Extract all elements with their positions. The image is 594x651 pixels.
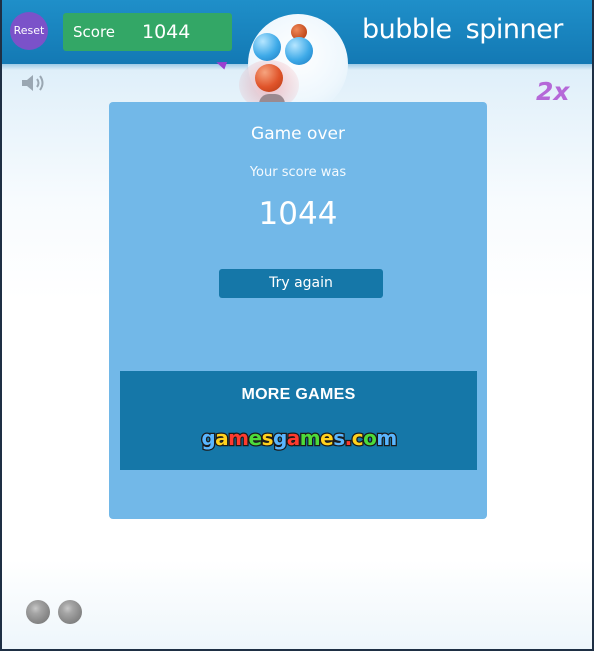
next-bubble-gray (26, 600, 50, 624)
sponsor-logo-letter: s (332, 425, 347, 452)
more-games-label: MORE GAMES (241, 386, 356, 403)
next-bubbles (26, 600, 86, 624)
speaker-icon[interactable] (20, 72, 48, 94)
bubble-red (255, 64, 283, 92)
game-logo: bubble spinner (362, 14, 577, 45)
next-bubble-gray (58, 600, 82, 624)
sponsor-logo-letter: m (375, 425, 398, 452)
logo-word-spinner: spinner (465, 14, 564, 45)
gamesgames-logo[interactable]: gamesgames.com (179, 425, 419, 454)
final-score: 1044 (258, 196, 338, 232)
sponsor-logo-letter: g (272, 425, 289, 452)
try-again-button[interactable]: Try again (219, 269, 383, 298)
sponsor-logo-letter: o (362, 425, 378, 452)
score-value: 1044 (142, 21, 191, 43)
sponsor-logo-letter: e (247, 425, 263, 452)
sponsor-logo-letter: m (227, 425, 250, 452)
window-frame: Reset Score 1044 bubble spinner 2x Game … (0, 0, 594, 651)
sponsor-logo-letter: a (214, 425, 230, 452)
score-panel: Score 1044 (63, 13, 232, 51)
score-multiplier: 2x (536, 77, 570, 106)
dialog-title: Game over (251, 124, 345, 144)
logo-word-bubble: bubble (362, 14, 452, 45)
sponsor-logo-letter: e (319, 425, 335, 452)
more-games-button[interactable]: MORE GAMES gamesgames.com (120, 371, 477, 470)
reset-button[interactable]: Reset (10, 12, 48, 50)
sponsor-logo-letter: m (299, 425, 322, 452)
bubble-blue (253, 33, 281, 61)
dialog-subtitle: Your score was (249, 165, 347, 180)
score-label: Score (73, 23, 116, 41)
sponsor-logo-letter: g (200, 425, 217, 452)
sponsor-logo-letter: a (286, 425, 302, 452)
game-over-dialog: Game over Your score was 1044 Try again … (109, 102, 487, 519)
sponsor-logo-letter: s (260, 425, 275, 452)
sponsor-logo-letter: c (350, 425, 364, 452)
bubble-blue (285, 37, 313, 65)
sponsor-logo-letter: . (343, 425, 353, 452)
game-canvas[interactable]: Reset Score 1044 bubble spinner 2x Game … (2, 0, 592, 649)
